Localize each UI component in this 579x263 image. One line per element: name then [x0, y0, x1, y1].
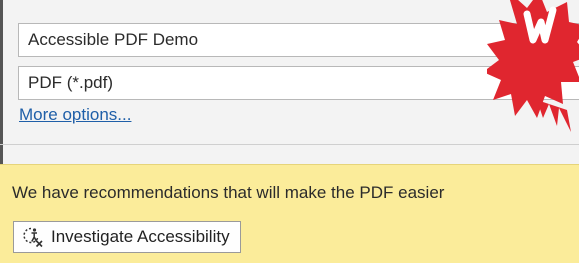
accessibility-check-icon [22, 226, 44, 248]
banner-message: We have recommendations that will make t… [12, 183, 445, 202]
more-options-link[interactable]: More options... [19, 105, 131, 125]
divider [0, 144, 579, 145]
starburst-badge-icon [487, 0, 579, 140]
button-label: Investigate Accessibility [51, 227, 230, 246]
accessibility-banner: We have recommendations that will make t… [0, 164, 579, 263]
investigate-accessibility-button[interactable]: Investigate Accessibility [13, 221, 241, 253]
